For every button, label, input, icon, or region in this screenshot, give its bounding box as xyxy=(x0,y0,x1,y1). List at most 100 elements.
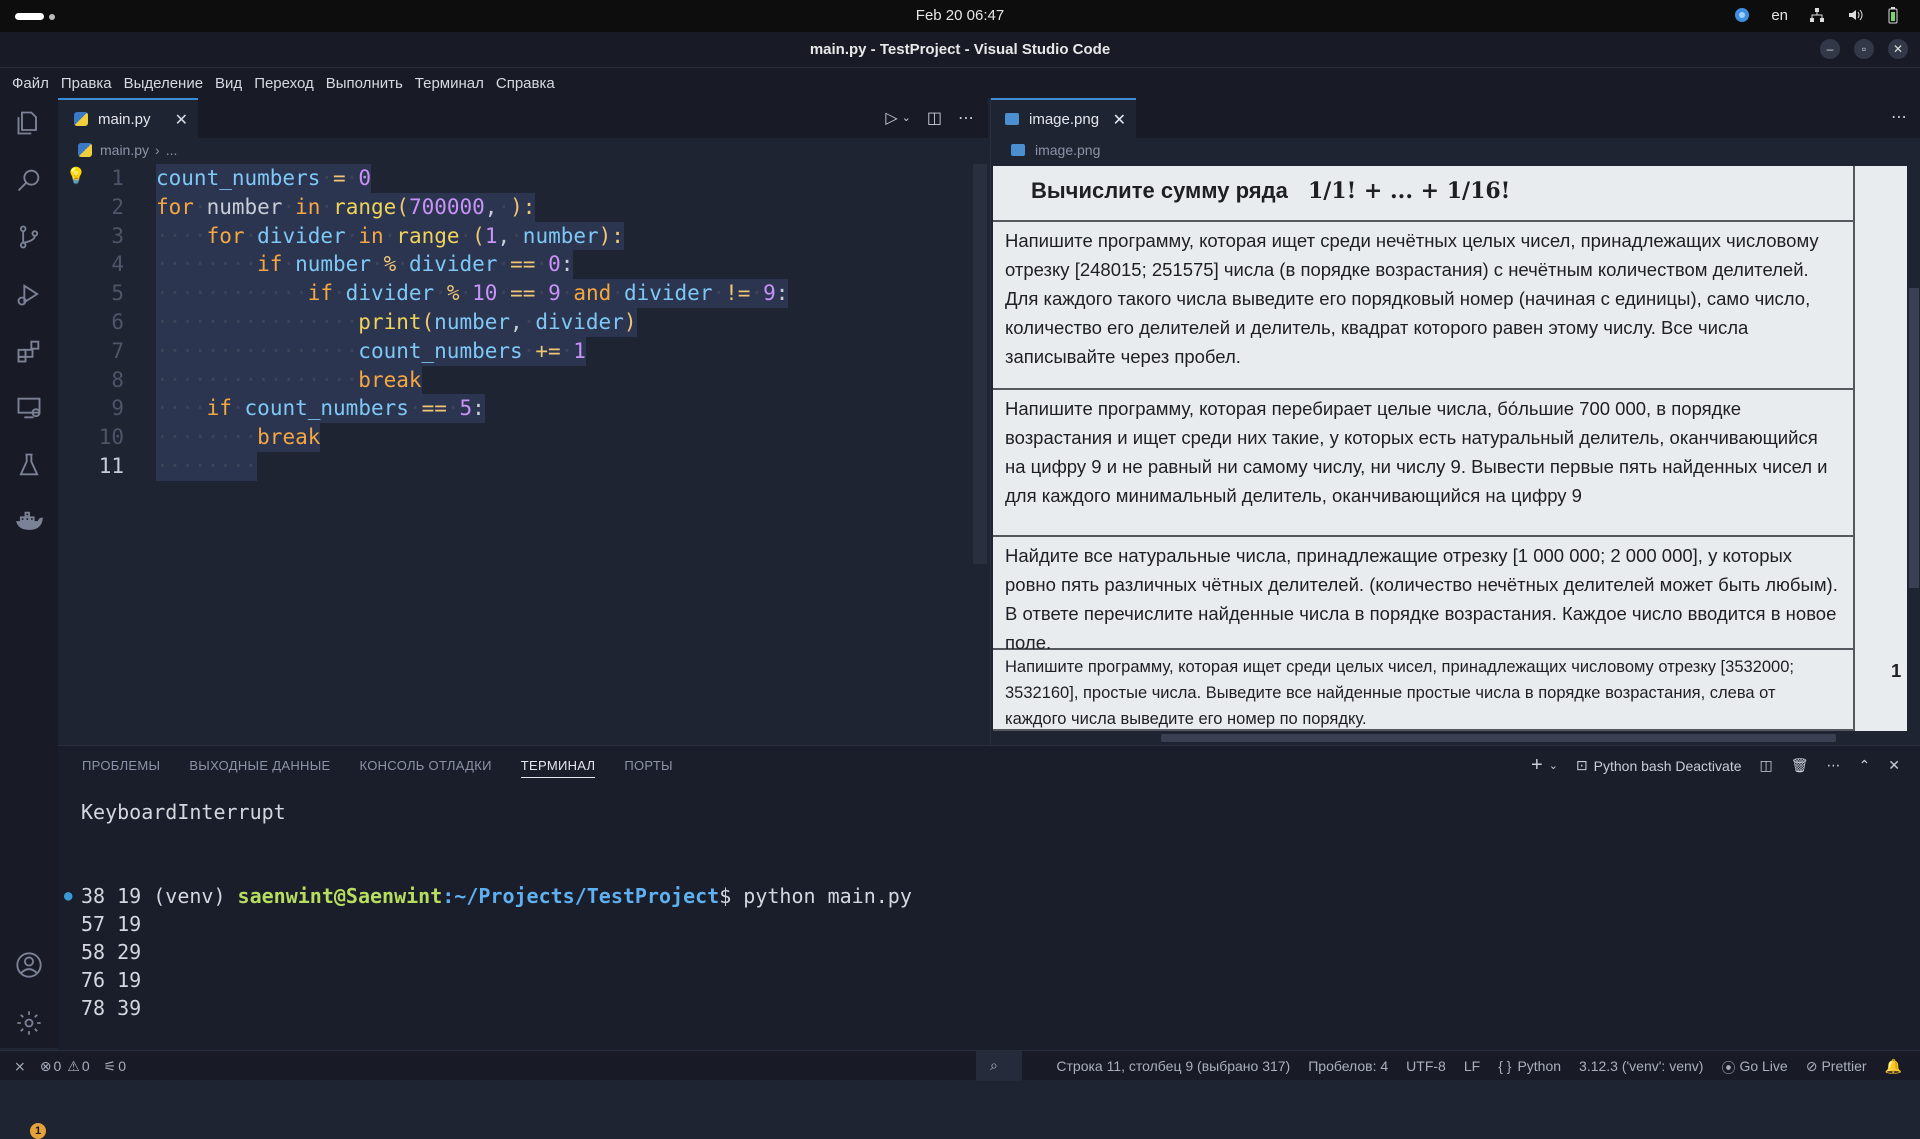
image-vertical-scrollbar[interactable] xyxy=(1909,288,1919,588)
errors-icon[interactable]: ⊗ xyxy=(40,1058,52,1075)
terminal-line: 76 19 xyxy=(81,968,142,992)
extensions-icon[interactable] xyxy=(14,336,44,366)
maximize-button[interactable]: ▫ xyxy=(1854,39,1874,59)
run-dropdown-chevron-icon[interactable]: ⌄ xyxy=(902,111,911,128)
breadcrumb-more[interactable]: ... xyxy=(166,142,178,158)
close-window-button[interactable]: ✕ xyxy=(1888,39,1908,59)
line-number: 7 xyxy=(111,338,124,363)
system-clock[interactable]: Feb 20 06:47 xyxy=(0,7,1920,24)
notifications-bell-icon[interactable]: 🔔 xyxy=(1885,1058,1902,1078)
menu-file[interactable]: Файл xyxy=(6,75,55,92)
image-horizontal-scrollbar[interactable] xyxy=(1161,734,1836,742)
activity-bar: 1 xyxy=(0,98,58,1139)
menu-help[interactable]: Справка xyxy=(490,75,561,92)
python-file-icon xyxy=(78,143,92,157)
more-actions-icon[interactable]: ⋯ xyxy=(958,108,974,128)
venv-label: (venv) xyxy=(153,884,238,908)
tab-output[interactable]: ВЫХОДНЫЕ ДАННЫЕ xyxy=(189,758,330,778)
warnings-icon[interactable]: ⚠ xyxy=(67,1058,80,1075)
command-success-icon[interactable]: ● xyxy=(64,882,72,910)
run-debug-icon[interactable] xyxy=(14,279,44,309)
indentation[interactable]: Пробелов: 4 xyxy=(1308,1058,1388,1078)
cursor-position[interactable]: Строка 11, столбец 9 (выбрано 317) xyxy=(1056,1058,1290,1078)
python-interpreter[interactable]: 3.12.3 ('venv': venv) xyxy=(1579,1058,1703,1078)
tab-terminal[interactable]: ТЕРМИНАЛ xyxy=(520,758,596,778)
menu-edit[interactable]: Правка xyxy=(55,75,118,92)
task-row: Вычислите сумму ряда 1/1! + ... + 1/16! xyxy=(993,166,1853,222)
task-text: Вычислите сумму ряда xyxy=(1031,178,1288,203)
settings-gear-icon[interactable] xyxy=(14,1008,44,1038)
terminal-shell-icon[interactable]: ⊡ xyxy=(1576,757,1588,774)
account-icon[interactable] xyxy=(14,950,44,980)
tab-main-py[interactable]: main.py ✕ xyxy=(58,98,198,138)
close-tab-icon[interactable]: ✕ xyxy=(1113,110,1126,130)
menu-view[interactable]: Вид xyxy=(209,75,248,92)
terminal-line: 78 39 xyxy=(81,996,142,1020)
table-divider xyxy=(1853,166,1855,731)
editor-scrollbar[interactable] xyxy=(973,164,987,564)
prettier-button[interactable]: Prettier xyxy=(1821,1058,1866,1078)
terminal-output[interactable]: KeyboardInterrupt ● (venv) saenwint@Saenw… xyxy=(58,798,1898,1079)
search-icon[interactable] xyxy=(14,165,44,195)
remote-indicator-icon[interactable]: ⨯ xyxy=(14,1058,26,1075)
code-line: ········ xyxy=(156,452,258,481)
new-terminal-icon[interactable]: + xyxy=(1531,754,1543,777)
task-number: 1 xyxy=(1891,660,1902,681)
line-number: 6 xyxy=(111,310,124,334)
source-control-icon[interactable] xyxy=(14,222,44,252)
tab-debug-console[interactable]: КОНСОЛЬ ОТЛАДКИ xyxy=(359,758,491,778)
close-tab-icon[interactable]: ✕ xyxy=(175,110,188,130)
language-mode[interactable]: Python xyxy=(1517,1058,1561,1078)
maximize-panel-icon[interactable]: ⌃ xyxy=(1859,757,1871,774)
close-panel-icon[interactable]: ✕ xyxy=(1888,757,1900,774)
end-of-line[interactable]: LF xyxy=(1464,1058,1480,1078)
tab-problems[interactable]: ПРОБЛЕМЫ xyxy=(82,758,160,778)
go-live-button[interactable]: Go Live xyxy=(1739,1058,1787,1078)
terminal-dropdown-chevron-icon[interactable]: ⌄ xyxy=(1549,759,1558,772)
tab-image-png[interactable]: image.png ✕ xyxy=(991,98,1136,138)
menu-selection[interactable]: Выделение xyxy=(118,75,209,92)
menu-terminal[interactable]: Терминал xyxy=(409,75,490,92)
ports-icon[interactable]: ⚟ xyxy=(104,1058,117,1075)
zoom-button[interactable]: ⌕ xyxy=(976,1051,1022,1081)
explorer-icon[interactable] xyxy=(14,108,44,138)
code-editor-group: main.py ✕ ▷ ⌄ ◫ ⋯ main.py › ... 💡 1 2 3 … xyxy=(58,98,988,745)
keyboard-layout[interactable]: en xyxy=(1771,7,1788,24)
tab-ports[interactable]: ПОРТЫ xyxy=(624,758,673,778)
breadcrumb: main.py › ... xyxy=(78,142,177,158)
panel-actions: + ⌄ ⊡ Python bash Deactivate ◫ 🗑 ⋯ ⌃ ✕ xyxy=(1531,754,1900,777)
split-terminal-icon[interactable]: ◫ xyxy=(1760,757,1773,774)
file-encoding[interactable]: UTF-8 xyxy=(1406,1058,1446,1078)
line-number: 8 xyxy=(111,367,124,392)
testing-icon[interactable] xyxy=(14,450,44,480)
line-number: 9 xyxy=(111,396,124,421)
kill-terminal-icon[interactable]: 🗑 xyxy=(1791,757,1809,774)
remote-explorer-icon[interactable] xyxy=(14,393,44,423)
network-icon[interactable] xyxy=(1808,6,1826,24)
ports-count[interactable]: 0 xyxy=(118,1058,126,1075)
more-actions-icon[interactable]: ⋯ xyxy=(1891,107,1907,127)
more-actions-icon[interactable]: ⋯ xyxy=(1827,757,1841,774)
line-number: 4 xyxy=(111,252,124,277)
task-text: Найдите все натуральные числа, принадлеж… xyxy=(1005,545,1838,653)
image-preview[interactable]: Вычислите сумму ряда 1/1! + ... + 1/16! … xyxy=(993,166,1907,731)
battery-icon[interactable] xyxy=(1884,6,1902,24)
minimize-button[interactable]: – xyxy=(1820,39,1840,59)
menu-run[interactable]: Выполнить xyxy=(320,75,409,92)
errors-count[interactable]: 0 xyxy=(53,1058,61,1075)
code-line: for·number·in·range(700000,·): xyxy=(156,192,536,222)
breadcrumb-file[interactable]: main.py xyxy=(100,142,149,158)
terminal-command: $ python main.py xyxy=(719,884,912,908)
warnings-count[interactable]: 0 xyxy=(82,1058,90,1075)
menu-go[interactable]: Переход xyxy=(248,75,320,92)
volume-icon[interactable] xyxy=(1846,6,1864,24)
terminal-shell-label[interactable]: Python bash Deactivate xyxy=(1594,758,1742,774)
split-editor-icon[interactable]: ◫ xyxy=(927,108,942,128)
breadcrumb-image[interactable]: image.png xyxy=(1035,142,1100,158)
browser-icon[interactable] xyxy=(1733,6,1751,24)
code-line: ····if·count_numbers·==·5: xyxy=(156,394,485,424)
docker-icon[interactable] xyxy=(14,507,44,537)
prettier-icon: ⊘ xyxy=(1805,1058,1818,1074)
run-python-file-icon[interactable]: ▷ xyxy=(885,108,897,128)
line-number: 2 xyxy=(111,194,124,219)
